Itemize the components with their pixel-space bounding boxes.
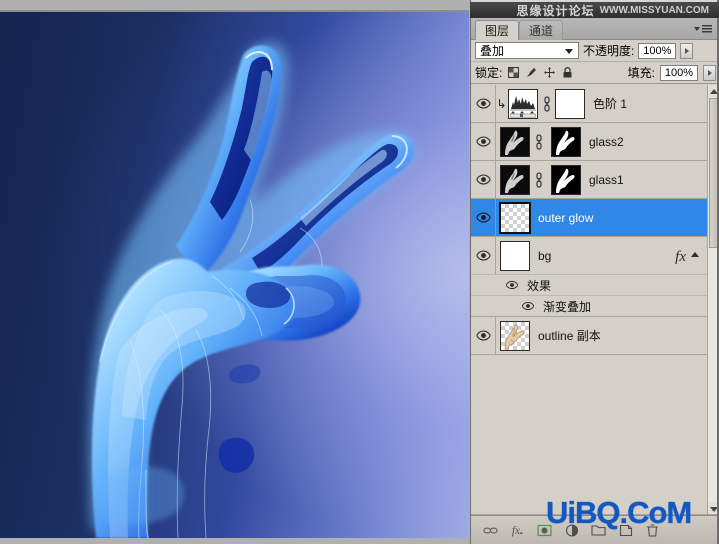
fill-value: 100% (664, 66, 694, 79)
layer-visibility-toggle[interactable] (471, 199, 496, 236)
layer-thumbnail-outer-glow[interactable] (499, 201, 531, 234)
add-layer-mask-icon[interactable] (537, 523, 552, 538)
lock-label: 锁定: (475, 66, 503, 80)
opacity-input[interactable]: 100% (638, 42, 677, 59)
glass-hand-artwork (88, 42, 415, 538)
layer-effects-expand-icon[interactable] (691, 252, 699, 257)
layer-mask-link-icon[interactable] (541, 95, 552, 113)
blend-mode-value: 叠加 (480, 44, 505, 58)
layer-visibility-toggle[interactable] (471, 237, 496, 274)
panel-menu-icon[interactable] (694, 22, 716, 36)
layer-mask-thumbnail[interactable] (551, 164, 581, 195)
eye-icon (475, 250, 491, 261)
clipping-mask-arrow-icon: ↳ (496, 96, 507, 111)
link-layers-icon[interactable] (483, 523, 498, 538)
layer-visibility-toggle[interactable] (471, 123, 496, 160)
lock-position-icon[interactable] (543, 66, 556, 79)
new-fill-adjustment-icon[interactable] (564, 523, 579, 538)
watermark-top: 思缘设计论坛 WWW.MISSYUAN.COM (470, 2, 719, 18)
triangle-right-icon (684, 47, 689, 54)
fill-input[interactable]: 100% (660, 64, 698, 81)
layer-row-outer-glow[interactable]: outer glow (471, 199, 708, 237)
layer-row-bg[interactable]: bg fx (471, 237, 708, 275)
eye-icon (475, 212, 491, 223)
layer-name: 色阶 1 (593, 97, 628, 111)
layer-mask-thumbnail[interactable] (551, 126, 581, 157)
layer-visibility-toggle[interactable] (471, 85, 496, 122)
effect-label: 渐变叠加 (543, 299, 592, 314)
canvas-frame[interactable] (0, 10, 469, 538)
watermark-site-cn: 思缘设计论坛 (516, 3, 595, 18)
eye-icon (475, 174, 491, 185)
layers-panel-toolbar[interactable]: fx (471, 515, 719, 544)
layer-name: outline 副本 (538, 329, 601, 343)
layer-name: outer glow (538, 210, 594, 225)
new-layer-icon[interactable] (618, 523, 633, 538)
panel-tab-bar[interactable]: 图层 通道 (471, 18, 719, 40)
chevron-down-icon (694, 27, 700, 31)
opacity-value: 100% (643, 44, 672, 57)
layer-row-glass2[interactable]: glass2 (471, 123, 708, 161)
layer-thumbnail-bg[interactable] (500, 240, 530, 271)
layer-list[interactable]: ↳ 色阶 1 glass2 glass1 outer glow bg fx 效果… (471, 85, 719, 515)
layer-visibility-toggle[interactable] (471, 317, 496, 354)
eye-icon (475, 136, 491, 147)
layer-effects-fx-icon[interactable]: fx (675, 249, 686, 266)
layer-mask-link-icon[interactable] (533, 171, 544, 189)
layer-mask-link-icon[interactable] (533, 133, 544, 151)
layer-thumbnail-outline-copy[interactable] (500, 320, 530, 351)
lock-all-icon[interactable] (561, 66, 574, 79)
tab-layers[interactable]: 图层 (475, 20, 520, 40)
blend-mode-row[interactable]: 叠加 不透明度: 100% (471, 40, 719, 62)
tab-channels-label: 通道 (529, 24, 554, 38)
menu-lines-icon (702, 24, 712, 34)
layer-name: glass1 (589, 172, 624, 187)
effects-group-label: 效果 (527, 278, 552, 293)
eye-icon[interactable] (521, 301, 536, 312)
new-group-icon[interactable] (591, 523, 606, 538)
layer-row-outline-copy[interactable]: outline 副本 (471, 317, 708, 355)
layer-visibility-toggle[interactable] (471, 161, 496, 198)
add-layer-style-icon[interactable]: fx (510, 523, 525, 538)
blend-mode-select[interactable]: 叠加 (475, 42, 579, 59)
layer-thumbnail-glass1[interactable] (500, 164, 530, 195)
layer-effect-gradient-overlay-row[interactable]: 渐变叠加 (471, 296, 708, 317)
photoshop-window: 图层 通道 叠加 不透明度: 100% 锁定: 填充: 100% ↳ 色阶 1 … (0, 0, 719, 544)
layer-thumbnail-glass2[interactable] (500, 126, 530, 157)
svg-text:fx: fx (512, 525, 520, 537)
eye-icon[interactable] (505, 280, 520, 291)
delete-layer-icon[interactable] (645, 523, 660, 538)
opacity-slider-button[interactable] (680, 42, 694, 59)
layer-row-glass1[interactable]: glass1 (471, 161, 708, 199)
layer-row-levels-1[interactable]: ↳ 色阶 1 (471, 85, 708, 123)
layer-thumbnail-levels[interactable] (508, 88, 538, 119)
eye-icon (475, 98, 491, 109)
layers-panel[interactable]: 图层 通道 叠加 不透明度: 100% 锁定: 填充: 100% ↳ 色阶 1 … (470, 0, 719, 544)
lock-row[interactable]: 锁定: 填充: 100% (471, 62, 719, 84)
fill-slider-button[interactable] (703, 64, 716, 81)
layer-name: bg (538, 248, 552, 263)
fill-label: 填充: (627, 66, 655, 80)
layer-name: glass2 (589, 134, 624, 149)
eye-icon (475, 330, 491, 341)
layer-effects-group-row[interactable]: 效果 (471, 275, 708, 296)
triangle-right-icon (707, 69, 712, 76)
tab-channels[interactable]: 通道 (519, 20, 564, 40)
lock-transparency-icon[interactable] (507, 66, 520, 79)
layer-mask-thumbnail[interactable] (555, 88, 585, 119)
document-canvas-area[interactable] (0, 0, 470, 544)
tab-layers-label: 图层 (485, 24, 510, 38)
watermark-site-en: WWW.MISSYUAN.COM (599, 4, 709, 16)
lock-image-icon[interactable] (525, 66, 538, 79)
chevron-down-icon (565, 49, 573, 54)
opacity-label: 不透明度: (583, 44, 635, 58)
